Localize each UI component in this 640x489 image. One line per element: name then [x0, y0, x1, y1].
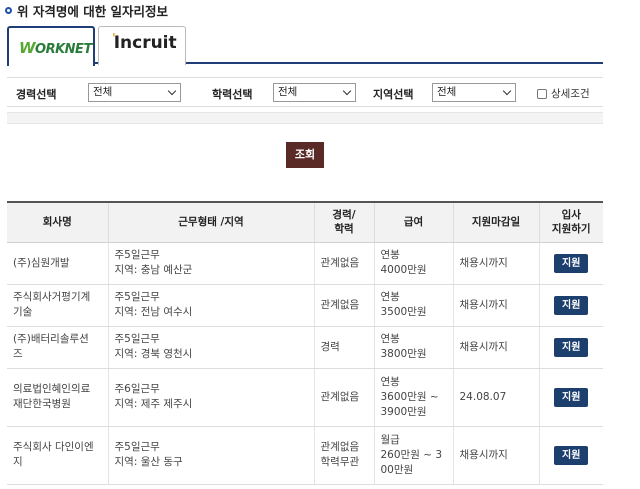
apply-cell: 지원	[538, 242, 603, 285]
table-row: 의료법인혜인의료 재단한국병원 주6일근무 지역: 제주 제주시 관계없음 연봉 …	[7, 368, 603, 427]
table-header-row: 회사명 근무형태 /지역 경력/ 학력 급여 지원마감일 입사 지원하기	[7, 201, 603, 243]
salary: 월급 260만원 ~ 3 00만원	[373, 426, 453, 485]
company-name[interactable]: (주)심원개발	[7, 242, 108, 285]
company-name[interactable]: (주)배터리솔루션 즈	[7, 326, 108, 369]
chevron-down-icon	[167, 86, 177, 96]
header-career: 경력/ 학력	[313, 201, 374, 243]
deadline: 채용시까지	[452, 242, 539, 285]
career-education: 경력	[313, 326, 374, 369]
work-type-region: 주5일근무 지역: 전남 여수시	[107, 284, 314, 327]
tab-incruit[interactable]: 'Incruit	[98, 26, 186, 65]
apply-cell: 지원	[538, 368, 603, 427]
company-name[interactable]: 주식회사거평기계 기술	[7, 284, 108, 327]
search-button[interactable]: 조회	[286, 142, 324, 168]
chevron-down-icon	[342, 86, 352, 96]
apply-button[interactable]: 지원	[554, 445, 589, 465]
company-name[interactable]: 의료법인혜인의료 재단한국병원	[7, 368, 108, 427]
table-row: 주식회사 다인이엔 지 주5일근무 지역: 울산 동구 관계없음 학력무관 월급 …	[7, 426, 603, 485]
header-deadline: 지원마감일	[452, 201, 539, 243]
header-apply: 입사 지원하기	[538, 201, 603, 243]
work-type-region: 주5일근무 지역: 경북 영천시	[107, 326, 314, 369]
checkbox-icon[interactable]	[537, 88, 547, 99]
work-type-region: 주5일근무 지역: 울산 동구	[107, 426, 314, 485]
company-name[interactable]: 주식회사 다인이엔 지	[7, 426, 108, 485]
apply-button[interactable]: 지원	[554, 295, 589, 315]
work-type-region: 주6일근무 지역: 제주 제주시	[107, 368, 314, 427]
section-title-text: 위 자격명에 대한 일자리정보	[17, 3, 169, 19]
detail-conditions-label: 상세조건	[551, 88, 590, 100]
career-education: 관계없음 학력무관	[313, 426, 374, 485]
deadline: 24.08.07	[452, 368, 539, 427]
table-row: (주)심원개발 주5일근무 지역: 충남 예산군 관계없음 연봉 4000만원 채…	[7, 242, 603, 285]
table-row: 주식회사거평기계 기술 주5일근무 지역: 전남 여수시 관계없음 연봉 3500…	[7, 284, 603, 327]
deadline: 채용시까지	[452, 284, 539, 327]
chevron-down-icon	[502, 86, 512, 96]
career-label: 경력선택	[16, 88, 57, 101]
work-type-region: 주5일근무 지역: 충남 예산군	[107, 242, 314, 285]
tab-worknet[interactable]: WORKNET	[7, 26, 95, 66]
career-education: 관계없음	[313, 368, 374, 427]
header-salary: 급여	[373, 201, 453, 243]
salary: 연봉 3800만원	[373, 326, 453, 369]
job-site-tabs: WORKNET 'Incruit	[7, 24, 603, 66]
bullet-icon	[5, 6, 12, 14]
salary: 연봉 3600만원 ~ 3900만원	[373, 368, 453, 427]
job-table: 회사명 근무형태 /지역 경력/ 학력 급여 지원마감일 입사 지원하기 (주)…	[7, 201, 603, 485]
career-education: 관계없음	[313, 242, 374, 285]
education-label: 학력선택	[212, 88, 253, 101]
deadline: 채용시까지	[452, 426, 539, 485]
career-education: 관계없음	[313, 284, 374, 327]
filter-bar: 경력선택 전체 학력선택 전체 지역선택 전체 상세조건	[7, 77, 603, 107]
education-select[interactable]: 전체	[273, 83, 356, 102]
apply-cell: 지원	[538, 284, 603, 327]
apply-button[interactable]: 지원	[554, 387, 589, 407]
worknet-logo: WORKNET	[19, 39, 92, 57]
apply-button[interactable]: 지원	[554, 253, 589, 273]
section-title: 위 자격명에 대한 일자리정보	[5, 2, 169, 19]
salary: 연봉 4000만원	[373, 242, 453, 285]
table-row: (주)배터리솔루션 즈 주5일근무 지역: 경북 영천시 경력 연봉 3800만원…	[7, 326, 603, 369]
region-select[interactable]: 전체	[432, 83, 516, 102]
detail-conditions-checkbox[interactable]: 상세조건	[537, 86, 590, 101]
region-label: 지역선택	[373, 88, 414, 101]
incruit-logo: 'Incruit	[112, 31, 177, 53]
apply-cell: 지원	[538, 426, 603, 485]
career-select[interactable]: 전체	[88, 83, 181, 102]
header-work-type: 근무형태 /지역	[107, 201, 314, 243]
deadline: 채용시까지	[452, 326, 539, 369]
apply-button[interactable]: 지원	[554, 337, 589, 357]
apply-cell: 지원	[538, 326, 603, 369]
salary: 연봉 3500만원	[373, 284, 453, 327]
header-company: 회사명	[7, 201, 108, 243]
filter-divider	[7, 112, 603, 124]
